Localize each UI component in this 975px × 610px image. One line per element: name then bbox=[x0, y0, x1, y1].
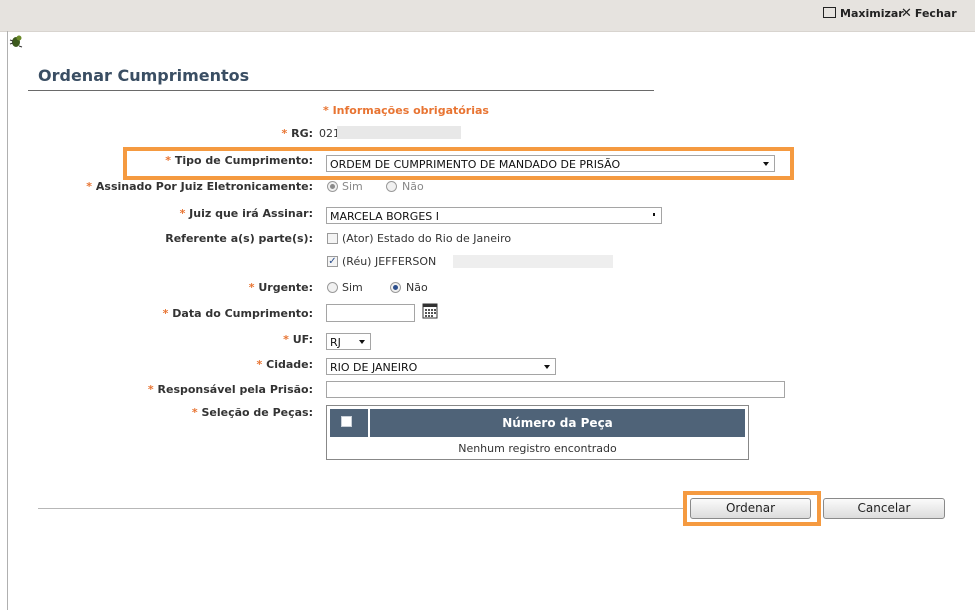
table-header: Número da Peça bbox=[330, 409, 745, 437]
parte-reu-label: (Réu) JEFFERSON bbox=[342, 255, 437, 268]
select-all-checkbox[interactable] bbox=[341, 416, 352, 427]
bug-icon bbox=[9, 35, 23, 48]
assinado-nao-radio[interactable] bbox=[386, 181, 397, 192]
title-divider bbox=[28, 90, 654, 91]
urgente-sim-radio[interactable] bbox=[327, 282, 338, 293]
ordenar-button[interactable]: Ordenar bbox=[690, 498, 811, 519]
cidade-select[interactable]: RIO DE JANEIRO bbox=[326, 358, 556, 375]
window-toolbar: Maximizar ✕ Fechar bbox=[0, 0, 975, 32]
cidade-label: * Cidade: bbox=[256, 358, 313, 371]
uf-select[interactable]: RJ bbox=[326, 333, 371, 350]
maximize-button[interactable]: Maximizar bbox=[823, 7, 904, 20]
maximize-icon bbox=[823, 7, 836, 18]
redacted-block bbox=[438, 209, 538, 222]
calendar-icon[interactable] bbox=[422, 303, 438, 319]
parte-ator-checkbox[interactable] bbox=[327, 233, 338, 244]
uf-label: * UF: bbox=[283, 333, 313, 346]
close-button[interactable]: ✕ Fechar bbox=[901, 7, 957, 20]
left-border bbox=[7, 31, 8, 610]
juiz-label: * Juiz que irá Assinar: bbox=[179, 207, 313, 220]
urgente-sim-label: Sim bbox=[342, 281, 363, 294]
redacted-block bbox=[453, 255, 613, 268]
data-label: * Data do Cumprimento: bbox=[162, 307, 313, 320]
redacted-block bbox=[337, 126, 461, 139]
urgente-label: * Urgente: bbox=[248, 281, 313, 294]
close-icon: ✕ bbox=[901, 6, 912, 21]
chevron-down-icon bbox=[544, 365, 550, 369]
assinado-nao-label: Não bbox=[402, 180, 424, 193]
rg-label: * RG: bbox=[281, 127, 313, 140]
assinado-sim-label: Sim bbox=[342, 180, 363, 193]
pecas-table: Número da Peça Nenhum registro encontrad… bbox=[326, 405, 749, 460]
page-title: Ordenar Cumprimentos bbox=[38, 66, 250, 85]
assinado-label: * Assinado Por Juiz Eletronicamente: bbox=[86, 180, 313, 193]
urgente-nao-label: Não bbox=[406, 281, 428, 294]
chevron-down-icon bbox=[653, 213, 655, 216]
required-note: * Informações obrigatórias bbox=[323, 104, 489, 117]
urgente-nao-radio[interactable] bbox=[390, 282, 401, 293]
cancelar-button[interactable]: Cancelar bbox=[823, 498, 945, 519]
parte-ator-label: (Ator) Estado do Rio de Janeiro bbox=[342, 232, 512, 245]
referente-label: Referente a(s) parte(s): bbox=[165, 232, 313, 245]
chevron-down-icon bbox=[763, 162, 769, 166]
empty-message: Nenhum registro encontrado bbox=[458, 442, 617, 455]
tipo-label: * Tipo de Cumprimento: bbox=[165, 154, 313, 167]
bottom-divider bbox=[38, 508, 686, 509]
tipo-select[interactable]: ORDEM DE CUMPRIMENTO DE MANDADO DE PRISÃ… bbox=[326, 155, 775, 172]
chevron-down-icon bbox=[359, 340, 365, 344]
parte-reu-checkbox[interactable]: ✓ bbox=[327, 256, 338, 267]
responsavel-label: * Responsável pela Prisão: bbox=[147, 383, 313, 396]
pecas-label: * Seleção de Peças: bbox=[191, 406, 313, 419]
column-numero-peca[interactable]: Número da Peça bbox=[370, 416, 745, 430]
data-input[interactable] bbox=[326, 304, 415, 322]
responsavel-input[interactable] bbox=[326, 381, 785, 398]
assinado-sim-radio[interactable] bbox=[327, 181, 338, 192]
